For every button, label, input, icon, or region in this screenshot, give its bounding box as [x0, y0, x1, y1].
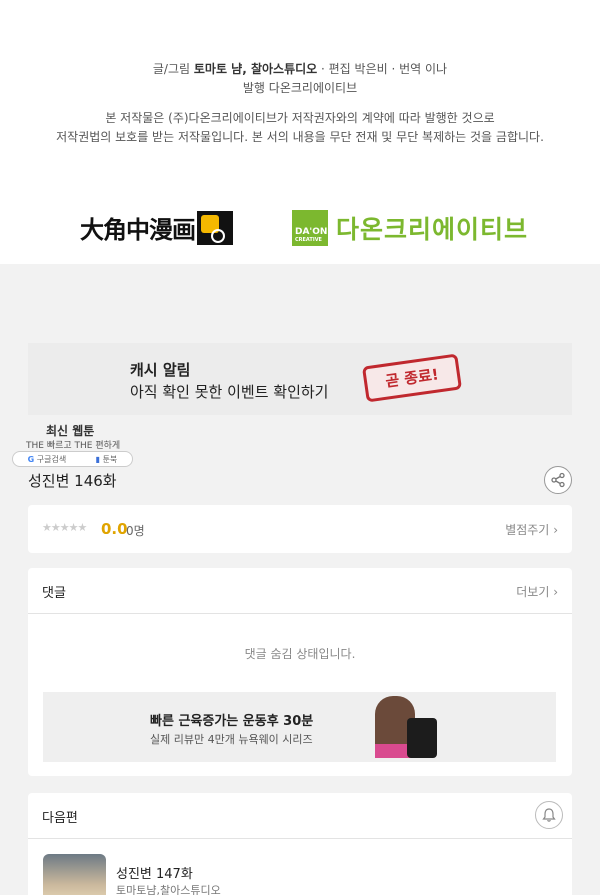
comments-hidden-message: 댓글 숨김 상태입니다.: [244, 647, 356, 661]
ad-image: [361, 690, 439, 762]
next-episode-section: 다음편 성진변 147화 토마토냠,찰아스튜디오: [28, 793, 572, 895]
bell-icon: [542, 808, 556, 822]
daon-logo-mark: DA'ON CREATIVE: [292, 210, 328, 246]
rating-count: 0명: [126, 524, 145, 538]
share-button[interactable]: [544, 466, 572, 494]
next-episode-thumbnail[interactable]: [43, 854, 106, 895]
rating-box: ★★★★★ 0.0 0명 별점주기 ›: [28, 505, 572, 553]
copyright-line-1: 본 저작물은 (주)다온크리에이티브가 저작권자와의 계약에 따라 발행한 것으…: [105, 111, 495, 125]
comments-section: 댓글 더보기 › 댓글 숨김 상태입니다. 빠른 근육증가는 운동후 30분 실…: [28, 568, 572, 776]
notification-button[interactable]: [535, 801, 563, 829]
credit-authors-suffix: · 편집 박은비 · 번역 이나: [317, 62, 448, 76]
credit-authors: 글/그림 토마토 냠, 찰아스튜디오 · 편집 박은비 · 번역 이나: [0, 60, 600, 77]
next-episode-author: 토마토냠,찰아스튜디오: [116, 884, 221, 895]
toonbook-icon: ▮: [95, 454, 101, 464]
ad-headline: 빠른 근육증가는 운동후 30분: [150, 714, 314, 729]
daon-logo-text: 다온크리에이티브: [336, 215, 529, 244]
comments-header: 댓글: [42, 586, 66, 601]
google-search-label: G 구글검색: [28, 454, 67, 465]
site-logo-title: 최신 웹툰: [46, 424, 95, 438]
rating-stars: ★★★★★: [42, 521, 87, 534]
ad-banner[interactable]: 빠른 근육증가는 운동후 30분 실제 리뷰만 4만개 뉴욕웨이 시리즈: [43, 692, 556, 762]
copyright-line-2: 저작권법의 보호를 받는 저작물입니다. 본 서의 내용을 무단 전재 및 무단…: [56, 130, 544, 144]
ending-soon-stamp: 곧 종료!: [361, 353, 463, 403]
toonbook-label: ▮ 툰북: [96, 454, 118, 465]
cash-alert-title: 캐시 알림: [130, 361, 191, 379]
chevron-right-icon: ›: [553, 523, 558, 537]
credit-authors-names: 토마토 냠, 찰아스튜디오: [193, 62, 318, 76]
divider: [28, 613, 572, 614]
credits-section: 글/그림 토마토 냠, 찰아스튜디오 · 편집 박은비 · 번역 이나 발행 다…: [0, 0, 600, 264]
site-logo[interactable]: 최신 웹툰 THE 빠르고 THE 편하게 G 구글검색 ▮ 툰북: [12, 420, 134, 468]
credit-publisher: 발행 다온크리에이티브: [242, 81, 358, 95]
daewon-logo: 大角中漫画: [80, 210, 233, 245]
google-g-icon: G: [27, 454, 35, 464]
cash-alert-banner[interactable]: 캐시 알림 아직 확인 못한 이벤트 확인하기 곧 종료!: [28, 343, 572, 415]
next-episode-title[interactable]: 성진변 147화: [116, 863, 193, 882]
episode-title: 성진변 146화: [28, 472, 117, 490]
daewon-logo-mark: [197, 210, 233, 245]
comments-more-label: 더보기: [516, 585, 550, 599]
share-icon: [551, 472, 565, 488]
google-search-text: 구글검색: [36, 454, 67, 464]
daon-logo-mark-bottom: CREATIVE: [295, 237, 322, 243]
site-logo-tagline: THE 빠르고 THE 편하게: [26, 441, 121, 451]
ad-subline: 실제 리뷰만 4만개 뉴욕웨이 시리즈: [150, 733, 313, 746]
cash-alert-subtitle: 아직 확인 못한 이벤트 확인하기: [130, 383, 329, 401]
rate-button-label: 별점주기: [505, 523, 550, 537]
next-episode-header: 다음편: [42, 811, 78, 826]
chevron-right-icon: ›: [553, 585, 558, 599]
rate-button[interactable]: 별점주기 ›: [505, 521, 558, 538]
site-logo-pill: G 구글검색 ▮ 툰북: [12, 451, 133, 467]
daewon-logo-text: 大角中漫画: [80, 215, 196, 244]
daon-logo-mark-top: DA'ON: [295, 227, 328, 237]
ad-product-tub: [407, 718, 437, 758]
toonbook-text: 툰북: [102, 454, 118, 464]
rating-score: 0.0: [101, 520, 128, 538]
divider: [28, 838, 572, 839]
daon-creative-logo: DA'ON CREATIVE 다온크리에이티브: [292, 210, 528, 246]
credit-authors-prefix: 글/그림: [152, 62, 194, 76]
comments-more-button[interactable]: 더보기 ›: [516, 583, 558, 600]
